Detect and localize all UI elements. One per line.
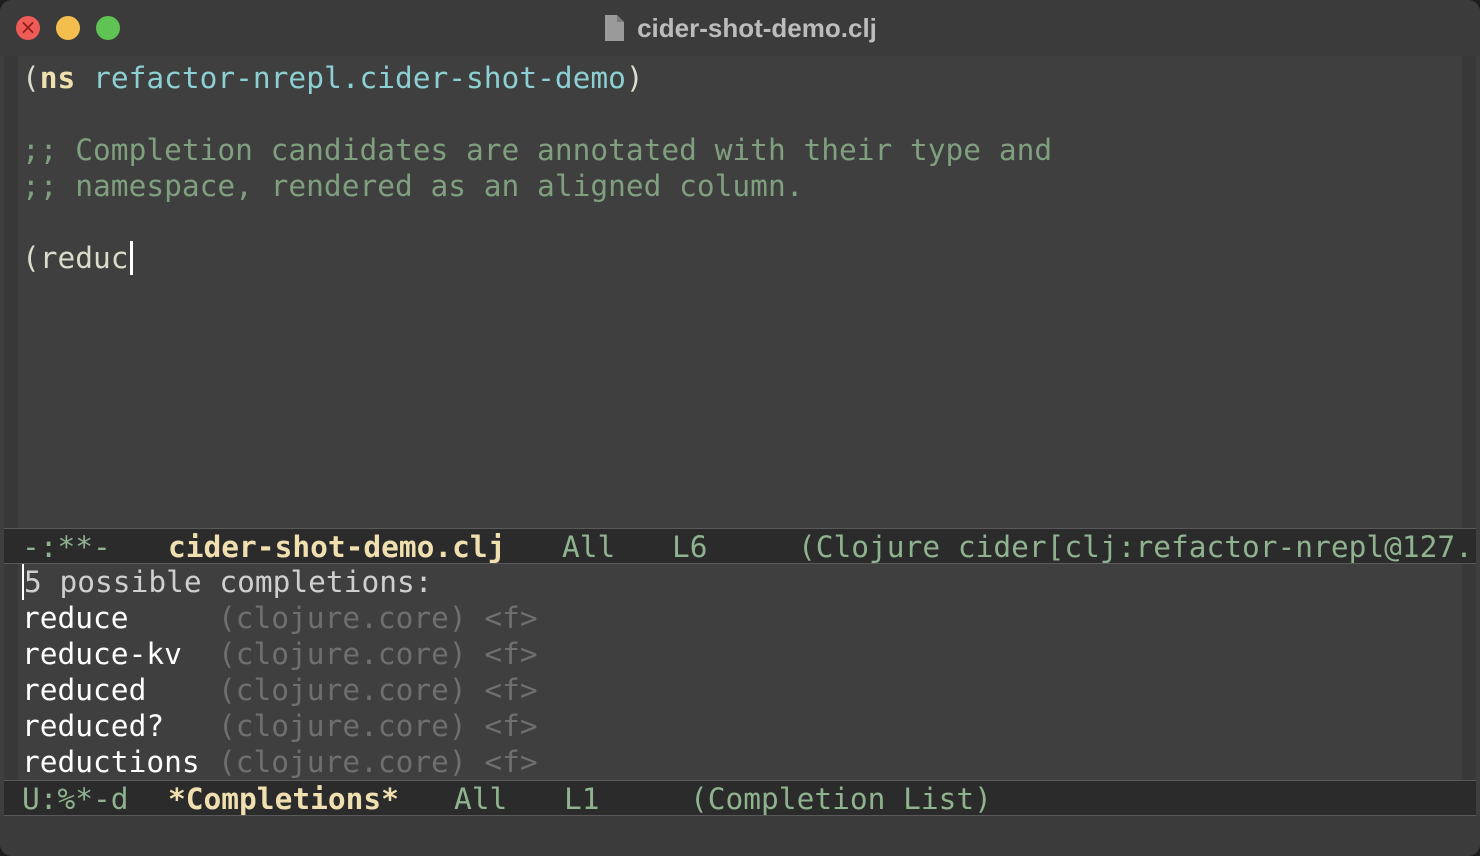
completions-buffer-status: U:%*-d (22, 782, 129, 816)
completions-buffer[interactable]: 5 possible completions: reduce (clojure.c… (18, 564, 1462, 780)
line-number: L6 (672, 530, 708, 564)
completion-item[interactable]: reduce (clojure.core) <f> (22, 600, 1222, 636)
window-title: cider-shot-demo.clj (637, 12, 877, 43)
completions-buffer-name[interactable]: *Completions* (168, 781, 399, 815)
comment-line-2[interactable]: ;; namespace, rendered as an aligned col… (22, 168, 803, 204)
completions-position: All (454, 782, 508, 816)
buffer-status: -:**- (22, 530, 111, 564)
code-editor-buffer[interactable]: (ns refactor-nrepl.cider-shot-demo) ;; C… (18, 56, 1462, 528)
text-cursor (129, 240, 133, 275)
code-line-ns[interactable]: (ns refactor-nrepl.cider-shot-demo) (22, 60, 644, 96)
modeline-main[interactable]: -:**- cider-shot-demo.clj All L6 (Clojur… (4, 528, 1476, 564)
completions-line-number: L1 (564, 782, 600, 816)
buffer-position: All (562, 530, 616, 564)
completion-item[interactable]: reduced? (clojure.core) <f> (22, 708, 1222, 744)
modeline-completions[interactable]: U:%*-d *Completions* All L1 (Completion … (4, 780, 1476, 816)
title-bar[interactable]: cider-shot-demo.clj (0, 0, 1480, 56)
completions-mode[interactable]: (Completion List) (690, 781, 992, 815)
completion-item[interactable]: reductions (clojure.core) <f> (22, 744, 1222, 780)
completions-cursor: 5 (22, 564, 42, 600)
ns-keyword: ns (39, 61, 76, 95)
completion-item[interactable]: reduce-kv (clojure.core) <f> (22, 636, 1222, 672)
emacs-window: cider-shot-demo.clj (ns refactor-nrepl.c… (0, 0, 1480, 856)
code-line-reduc[interactable]: (reduc (22, 240, 133, 276)
title-group: cider-shot-demo.clj (0, 0, 1480, 56)
completion-item[interactable]: reduced (clojure.core) <f> (22, 672, 1222, 708)
comment-line-1[interactable]: ;; Completion candidates are annotated w… (22, 132, 1052, 168)
major-mode[interactable]: (Clojure cider[clj:refactor-nrepl@127. (798, 529, 1473, 563)
minibuffer-area[interactable] (0, 816, 1480, 856)
completions-header: 5 possible completions: (22, 564, 433, 600)
right-fringe (1462, 56, 1476, 846)
buffer-name[interactable]: cider-shot-demo.clj (168, 529, 505, 563)
namespace-name: refactor-nrepl.cider-shot-demo (93, 61, 626, 95)
left-fringe (4, 56, 18, 846)
document-icon (605, 15, 625, 41)
